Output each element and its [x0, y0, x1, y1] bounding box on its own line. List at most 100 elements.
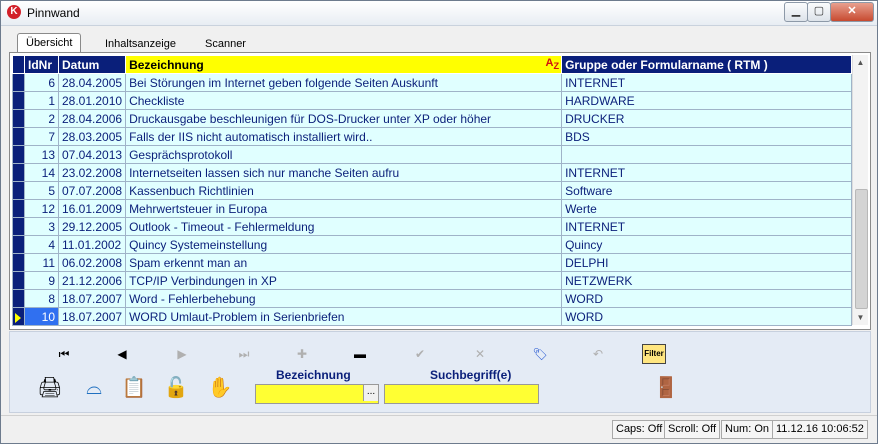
cell-bezeichnung[interactable]: Falls der IIS nicht automatisch installi…	[125, 127, 563, 146]
scrollbar-thumb[interactable]	[855, 189, 868, 309]
cell-gruppe[interactable]: INTERNET	[561, 73, 853, 92]
maximize-button[interactable]: ▢	[807, 2, 831, 22]
clipboard-icon[interactable]: 📋	[120, 374, 148, 402]
table-row[interactable]: 4 11.01.2002 Quincy Systemeinstellung Quinc…	[12, 235, 853, 254]
print-icon[interactable]: 🖨	[36, 374, 64, 402]
post-record-icon[interactable]: ✔	[408, 344, 432, 364]
cell-gruppe[interactable]: DRUCKER	[561, 109, 853, 128]
delete-record-icon[interactable]: ▬	[348, 344, 372, 364]
cell-bezeichnung[interactable]: Gesprächsprotokoll	[125, 145, 563, 164]
cell-idnr[interactable]: 7	[24, 127, 59, 146]
insert-record-icon[interactable]: ✚	[290, 344, 314, 364]
row-indicator[interactable]	[12, 217, 25, 236]
cell-datum[interactable]: 28.04.2006	[57, 109, 127, 128]
table-row[interactable]: 7 28.03.2005 Falls der IIS nicht automatis…	[12, 127, 853, 146]
table-row[interactable]: 10 18.07.2007 WORD Umlaut-Problem in Serie…	[12, 307, 853, 326]
edit-tag-icon[interactable]: 🏷	[528, 344, 552, 364]
suchbegriff-field[interactable]	[384, 384, 539, 404]
suchbegriff-input[interactable]	[385, 385, 538, 403]
cell-idnr[interactable]: 5	[24, 181, 59, 200]
row-indicator[interactable]	[12, 307, 25, 326]
column-header-datum[interactable]: Datum	[57, 55, 127, 74]
hand-icon[interactable]: ✋	[206, 374, 234, 402]
cell-datum[interactable]: 29.12.2005	[57, 217, 127, 236]
cell-idnr[interactable]: 3	[24, 217, 59, 236]
cell-idnr[interactable]: 2	[24, 109, 59, 128]
table-row[interactable]: 9 21.12.2006 TCP/IP Verbindungen in XP NETZ…	[12, 271, 853, 290]
ellipsis-button[interactable]: ...	[363, 385, 378, 401]
table-row[interactable]: 6 28.04.2005 Bei Störungen im Internet geb…	[12, 73, 853, 92]
cell-datum[interactable]: 16.01.2009	[57, 199, 127, 218]
cell-idnr[interactable]: 11	[24, 253, 59, 272]
tab-inhaltsanzeige[interactable]: Inhaltsanzeige	[105, 35, 176, 53]
az-sort-icon[interactable]: AZ	[546, 57, 560, 71]
cell-idnr[interactable]: 10	[24, 307, 59, 326]
cell-idnr[interactable]: 13	[24, 145, 59, 164]
cell-bezeichnung[interactable]: Internetseiten lassen sich nur manche Se…	[125, 163, 563, 182]
cell-gruppe[interactable]: WORD	[561, 307, 853, 326]
cell-datum[interactable]: 06.02.2008	[57, 253, 127, 272]
cell-gruppe[interactable]: INTERNET	[561, 217, 853, 236]
cell-gruppe[interactable]: INTERNET	[561, 163, 853, 182]
exit-door-icon[interactable]: 🚪	[652, 374, 680, 402]
cell-gruppe[interactable]: DELPHI	[561, 253, 853, 272]
cell-gruppe[interactable]: Werte	[561, 199, 853, 218]
row-indicator[interactable]	[12, 73, 25, 92]
cell-bezeichnung[interactable]: Spam erkennt man an	[125, 253, 563, 272]
lock-icon[interactable]: 🔓	[162, 374, 190, 402]
cell-datum[interactable]: 23.02.2008	[57, 163, 127, 182]
undo-icon[interactable]: ↶	[586, 344, 610, 364]
cell-gruppe[interactable]: NETZWERK	[561, 271, 853, 290]
cancel-record-icon[interactable]: ✕	[468, 344, 492, 364]
cell-bezeichnung[interactable]: TCP/IP Verbindungen in XP	[125, 271, 563, 290]
cell-bezeichnung[interactable]: Word - Fehlerbehebung	[125, 289, 563, 308]
column-header-gruppe[interactable]: Gruppe oder Formularname ( RTM )	[561, 55, 853, 74]
cell-datum[interactable]: 28.03.2005	[57, 127, 127, 146]
cell-datum[interactable]: 28.04.2005	[57, 73, 127, 92]
cell-idnr[interactable]: 6	[24, 73, 59, 92]
table-row[interactable]: 1 28.01.2010 Checkliste HARDWARE	[12, 91, 853, 110]
table-row[interactable]: 11 06.02.2008 Spam erkennt man an DELPHI	[12, 253, 853, 272]
next-record-icon[interactable]: ▶	[170, 344, 194, 364]
cell-bezeichnung[interactable]: Bei Störungen im Internet geben folgende…	[125, 73, 563, 92]
cell-bezeichnung[interactable]: Quincy Systemeinstellung	[125, 235, 563, 254]
row-indicator[interactable]	[12, 109, 25, 128]
bezeichnung-input[interactable]	[256, 385, 378, 403]
cell-idnr[interactable]: 8	[24, 289, 59, 308]
cell-bezeichnung[interactable]: Checkliste	[125, 91, 563, 110]
cell-idnr[interactable]: 14	[24, 163, 59, 182]
row-indicator[interactable]	[12, 235, 25, 254]
cell-gruppe[interactable]	[561, 145, 853, 164]
title-bar[interactable]: K Pinnwand ▁ ▢ ✕	[1, 1, 877, 26]
row-indicator[interactable]	[12, 145, 25, 164]
table-row[interactable]: 8 18.07.2007 Word - Fehlerbehebung WORD	[12, 289, 853, 308]
cell-datum[interactable]: 18.07.2007	[57, 289, 127, 308]
table-row[interactable]: 13 07.04.2013 Gesprächsprotokoll	[12, 145, 853, 164]
cell-datum[interactable]: 21.12.2006	[57, 271, 127, 290]
table-row[interactable]: 5 07.07.2008 Kassenbuch Richtlinien Softwar…	[12, 181, 853, 200]
filter-icon[interactable]: Filter	[642, 344, 666, 364]
cell-bezeichnung[interactable]: Mehrwertsteuer in Europa	[125, 199, 563, 218]
cell-gruppe[interactable]: Quincy	[561, 235, 853, 254]
tab-scanner-ablage[interactable]: Scanner - Ablage	[205, 35, 246, 68]
records-grid[interactable]: IdNr Datum Bezeichnung AZ Gruppe oder For…	[12, 55, 853, 326]
scroll-up-icon[interactable]: ▲	[853, 55, 868, 70]
prior-record-icon[interactable]: ◀	[110, 344, 134, 364]
cell-bezeichnung[interactable]: Druckausgabe beschleunigen für DOS-Druck…	[125, 109, 563, 128]
cell-datum[interactable]: 28.01.2010	[57, 91, 127, 110]
cell-datum[interactable]: 07.07.2008	[57, 181, 127, 200]
scanner-icon[interactable]: ⌓	[80, 374, 108, 402]
cell-gruppe[interactable]: HARDWARE	[561, 91, 853, 110]
table-row[interactable]: 12 16.01.2009 Mehrwertsteuer in Europa Wert…	[12, 199, 853, 218]
cell-idnr[interactable]: 9	[24, 271, 59, 290]
minimize-button[interactable]: ▁	[784, 2, 808, 22]
cell-bezeichnung[interactable]: WORD Umlaut-Problem in Serienbriefen	[125, 307, 563, 326]
cell-datum[interactable]: 11.01.2002	[57, 235, 127, 254]
column-header-bezeichnung[interactable]: Bezeichnung AZ	[125, 55, 563, 74]
cell-idnr[interactable]: 4	[24, 235, 59, 254]
cell-datum[interactable]: 07.04.2013	[57, 145, 127, 164]
column-header-idnr[interactable]: IdNr	[24, 55, 59, 74]
cell-bezeichnung[interactable]: Kassenbuch Richtlinien	[125, 181, 563, 200]
cell-gruppe[interactable]: BDS	[561, 127, 853, 146]
vertical-scrollbar[interactable]: ▲ ▼	[852, 55, 868, 325]
